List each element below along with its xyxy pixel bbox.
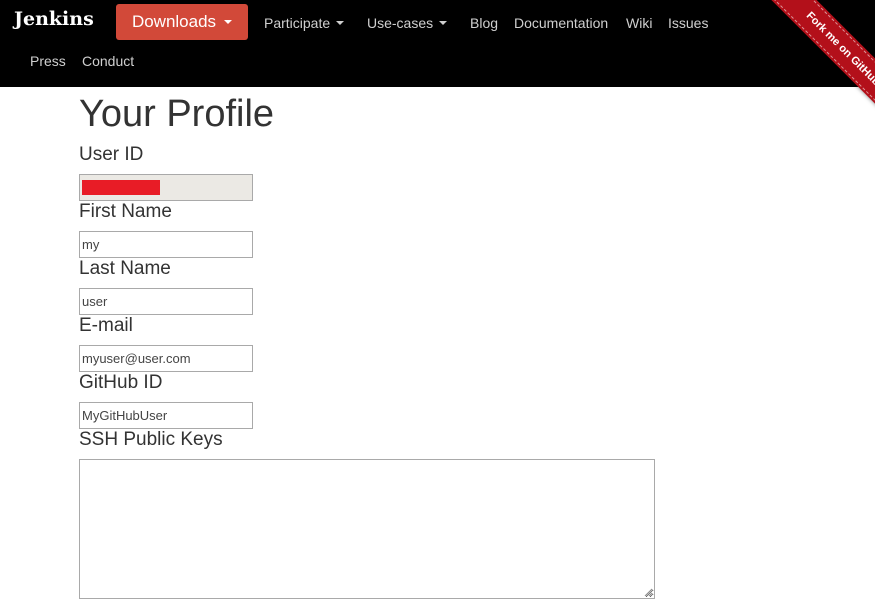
email-input[interactable] [79,345,253,372]
last-name-label: Last Name [79,258,171,279]
ssh-public-keys-label: SSH Public Keys [79,429,223,450]
nav-blog[interactable]: Blog [470,15,498,31]
nav-wiki[interactable]: Wiki [626,15,652,31]
redacted-user-id [82,180,160,195]
caret-down-icon [224,20,233,24]
last-name-input[interactable] [79,288,253,315]
nav-use-cases[interactable]: Use-cases [367,15,448,31]
nav-press[interactable]: Press [30,53,66,69]
email-label: E-mail [79,315,133,336]
github-id-label: GitHub ID [79,372,163,393]
top-navbar: Jenkins Downloads Participate Use-cases … [0,0,875,87]
nav-documentation[interactable]: Documentation [514,15,608,31]
nav-use-cases-label: Use-cases [367,15,434,31]
first-name-label: First Name [79,201,172,222]
caret-down-icon [336,21,345,26]
nav-issues[interactable]: Issues [668,15,708,31]
ssh-public-keys-textarea[interactable] [79,459,655,599]
nav-participate[interactable]: Participate [264,15,345,31]
first-name-input[interactable] [79,231,253,258]
user-id-label: User ID [79,144,144,165]
page-title: Your Profile [79,93,275,135]
jenkins-logo-link[interactable]: Jenkins [14,8,94,30]
caret-down-icon [439,21,448,26]
nav-participate-label: Participate [264,15,331,31]
github-id-input[interactable] [79,402,253,429]
downloads-label: Downloads [131,12,217,31]
user-id-field [79,174,253,201]
downloads-dropdown-button[interactable]: Downloads [116,4,248,40]
nav-conduct[interactable]: Conduct [82,53,134,69]
